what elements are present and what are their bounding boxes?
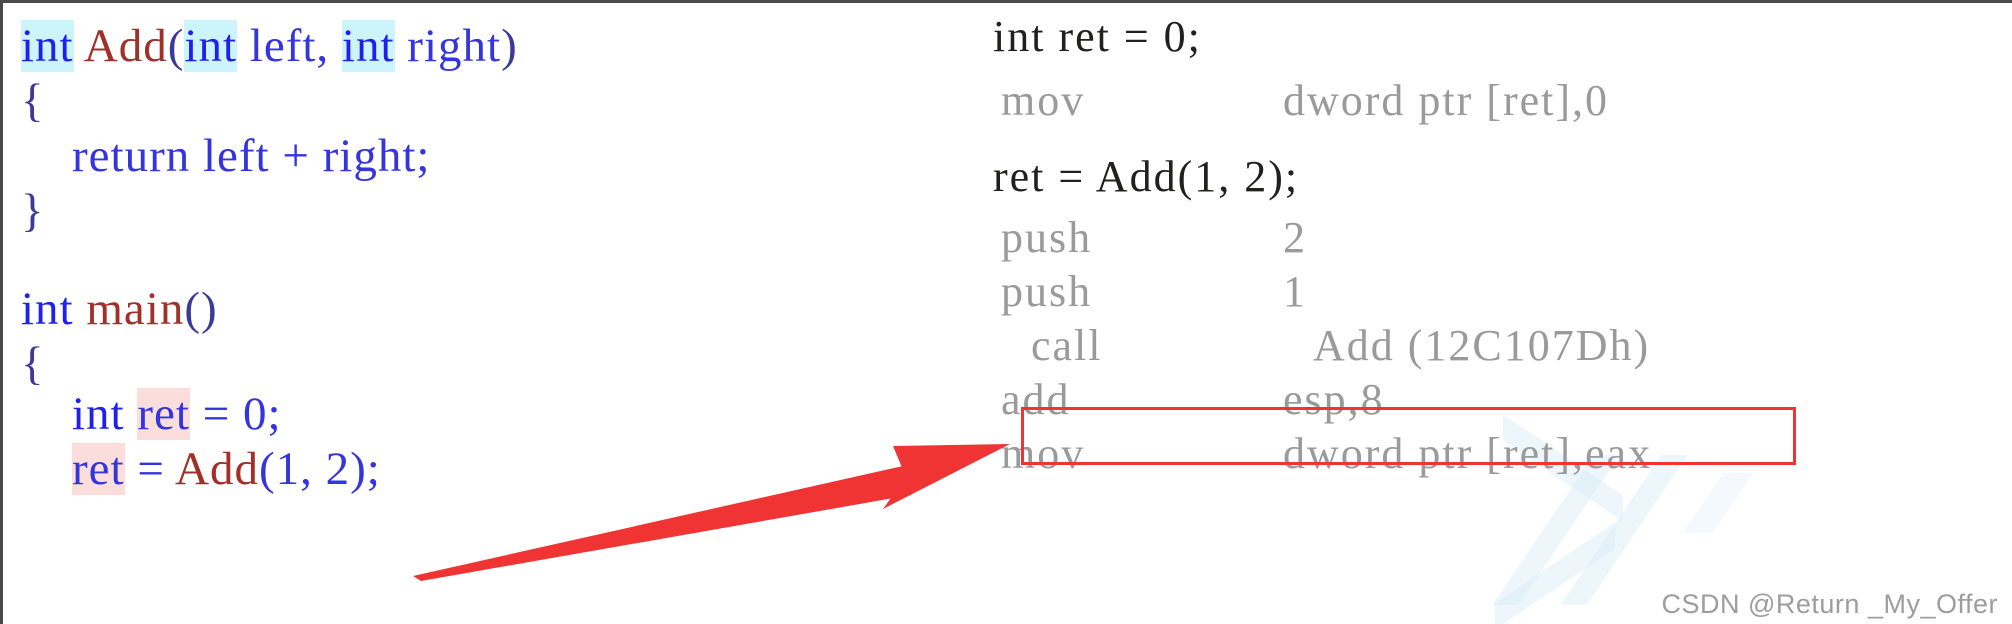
code-line-add-return: return left + right; [21,133,430,180]
mnemonic-text: mov [1001,429,1086,478]
disasm-operands-add-esp-8: esp,8 [1283,378,1385,422]
keyword-int: int [72,388,125,440]
param-left: left, [237,20,342,72]
code-line-add-close-brace: } [21,188,45,235]
disasm-mnemonic-mov: mov [1001,79,1085,123]
keyword-int: int [21,283,74,335]
disasm-operands-push-1: 1 [1283,270,1307,314]
disasm-mnemonic-call: call [1031,324,1103,368]
return-statement: return left + right; [21,130,431,182]
mnemonic-text: push [1001,213,1093,262]
assignment-zero: = 0; [189,388,282,440]
operands-text: 1 [1283,267,1307,316]
code-line-main-decl-ret: int ret = 0; [21,388,282,440]
operands-text: Add (12C107Dh) [1313,321,1651,370]
keyword-int: int [184,20,238,72]
assignment-operator: = [124,443,175,495]
open-brace: { [21,75,45,127]
mnemonic-text: call [1031,321,1103,370]
disasm-source-int-ret: int ret = 0; [993,15,1202,59]
disasm-operands-push-2: 2 [1283,216,1307,260]
close-paren: ) [501,20,518,72]
source-text: int ret = 0; [993,12,1202,61]
function-name-add: Add [83,20,168,72]
function-name-main: main [86,283,185,335]
call-arguments: (1, 2); [258,443,381,495]
source-text: ret = Add(1, 2); [993,152,1300,201]
disasm-mnemonic-push: push [1001,270,1092,314]
csdn-watermark-text: CSDN @Return _My_Offer [1661,589,1998,619]
disasm-operands-mov-ret-0: dword ptr [ret],0 [1283,79,1609,123]
c-source-panel: int Add(int left, int right) { return le… [3,3,783,624]
code-line-add-open-brace: { [21,78,45,125]
mnemonic-text: push [1001,267,1093,316]
disasm-operands-call-add: Add (12C107Dh) [1313,324,1650,368]
close-brace: } [21,185,45,237]
screenshot-root: int Add(int left, int right) { return le… [0,0,2012,624]
code-line-add-signature: int Add(int left, int right) [21,20,518,72]
variable-ret: ret [72,443,125,495]
disassembly-panel: int ret = 0; mov dword ptr [ret],0 ret =… [783,3,2012,624]
open-brace: { [21,338,45,390]
operands-text: esp,8 [1283,375,1385,424]
open-paren: ( [167,20,185,72]
operands-text: dword ptr [ret],eax [1283,429,1653,478]
disasm-operands-mov-ret-eax: dword ptr [ret],eax [1283,432,1652,476]
mnemonic-text: add [1001,375,1071,424]
disasm-mnemonic-mov: mov [1001,432,1085,476]
disasm-source-ret-add: ret = Add(1, 2); [993,155,1299,199]
operands-text: 2 [1283,213,1307,262]
param-right: right [394,20,502,72]
keyword-int: int [341,20,395,72]
code-line-main-open-brace: { [21,341,45,388]
code-line-main-call-add: ret = Add(1, 2); [21,443,381,495]
code-line-main-signature: int main() [21,286,218,333]
operands-text: dword ptr [ret],0 [1283,76,1610,125]
parens: () [184,283,218,335]
function-name-add: Add [175,443,259,495]
mnemonic-text: mov [1001,76,1086,125]
keyword-int: int [21,20,74,72]
disasm-mnemonic-add: add [1001,378,1071,422]
variable-ret: ret [137,388,190,440]
disasm-mnemonic-push: push [1001,216,1092,260]
